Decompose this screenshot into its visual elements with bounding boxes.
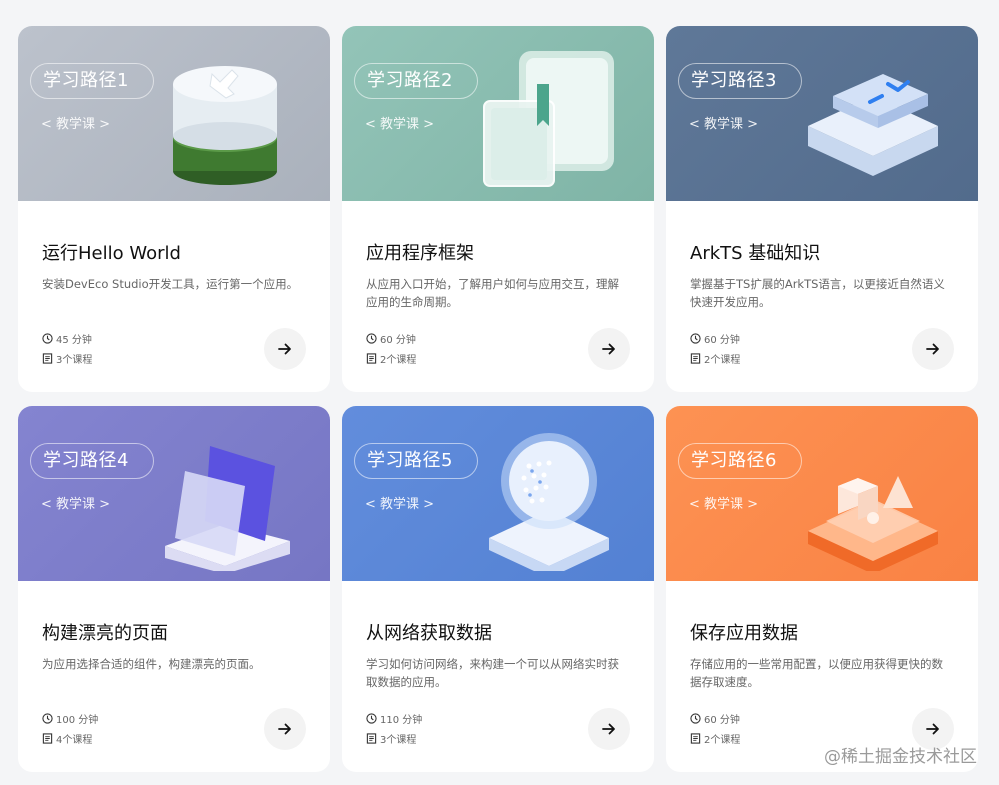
document-icon (690, 732, 701, 744)
card-banner: 学习路径4 < 教学课 > (18, 406, 330, 581)
watermark: @稀土掘金技术社区 (824, 747, 977, 767)
learning-path-card-1[interactable]: 学习路径1 < 教学课 > 运行Hello World 安装DevEco Stu… (18, 26, 330, 392)
course-count-text: 2个课程 (704, 354, 741, 366)
card-meta: 60 分钟 2个课程 (690, 328, 740, 368)
course-count-text: 2个课程 (704, 734, 741, 746)
open-path-button[interactable] (912, 328, 954, 370)
bookmark-panel-icon (483, 51, 614, 187)
card-meta: 60 分钟 2个课程 (366, 328, 416, 368)
card-title: ArkTS 基础知识 (690, 243, 821, 264)
path-label: 学习路径6 (678, 443, 802, 479)
duration-text: 45 分钟 (56, 334, 92, 346)
card-meta: 45 分钟 3个课程 (42, 328, 92, 368)
document-icon (42, 732, 53, 744)
clock-icon (690, 332, 701, 344)
course-count-text: 3个课程 (380, 734, 417, 746)
document-icon (690, 352, 701, 364)
course-count-text: 2个课程 (380, 354, 417, 366)
card-description: 掌握基于TS扩展的ArkTS语言，以更接近自然语义快速开发应用。 (690, 277, 945, 309)
learning-path-grid: 学习路径1 < 教学课 > 运行Hello World 安装DevEco Stu… (18, 26, 978, 772)
card-title: 保存应用数据 (690, 623, 798, 644)
arrow-right-icon (278, 723, 291, 735)
card-title: 从网络获取数据 (366, 623, 492, 644)
arrow-right-icon (602, 723, 615, 735)
card-banner: 学习路径2 < 教学课 > (342, 26, 654, 201)
open-path-button[interactable] (588, 328, 630, 370)
code-stack-icon (808, 74, 938, 176)
card-banner: 学习路径5 < 教学课 > (342, 406, 654, 581)
learning-path-card-6[interactable]: 学习路径6 < 教学课 > 保存应用数据 存储应用的一些常用配置，以便应用获得更… (666, 406, 978, 772)
arrow-right-icon (602, 343, 615, 355)
card-banner: 学习路径3 < 教学课 > (666, 26, 978, 201)
card-title: 构建漂亮的页面 (42, 623, 168, 644)
course-count-text: 4个课程 (56, 734, 93, 746)
clock-icon (42, 332, 53, 344)
duration-text: 60 分钟 (380, 334, 416, 346)
learning-path-card-3[interactable]: 学习路径3 < 教学课 > ArkTS 基础知识 掌握基于TS扩展的ArkTS语… (666, 26, 978, 392)
learning-path-card-2[interactable]: 学习路径2 < 教学课 > 应用程序框架 从应用入口开始，了解用户如何与应用交互… (342, 26, 654, 392)
clock-icon (366, 332, 377, 344)
card-meta: 110 分钟 3个课程 (366, 708, 422, 748)
card-description: 安装DevEco Studio开发工具，运行第一个应用。 (42, 277, 299, 291)
card-meta: 60 分钟 2个课程 (690, 708, 740, 748)
path-label: 学习路径4 (30, 443, 154, 479)
duration-text: 60 分钟 (704, 334, 740, 346)
arrow-right-icon (926, 343, 939, 355)
lesson-tag: < 教学课 > (365, 497, 435, 512)
lesson-tag: < 教学课 > (41, 117, 111, 132)
lesson-tag: < 教学课 > (41, 497, 111, 512)
learning-path-card-5[interactable]: 学习路径5 < 教学课 > 从网络获取数据 学习如何访问网络，来构建一个可以从网… (342, 406, 654, 772)
layered-panels-icon (165, 446, 290, 571)
card-description: 学习如何访问网络，来构建一个可以从网络实时获取数据的应用。 (366, 657, 619, 689)
duration-text: 110 分钟 (380, 714, 423, 726)
path-label: 学习路径2 (354, 63, 478, 99)
card-title: 运行Hello World (42, 243, 181, 264)
document-icon (366, 352, 377, 364)
lesson-tag: < 教学课 > (365, 117, 435, 132)
path-label: 学习路径1 (30, 63, 154, 99)
open-path-button[interactable] (264, 708, 306, 750)
duration-text: 100 分钟 (56, 714, 99, 726)
path-label: 学习路径5 (354, 443, 478, 479)
clock-icon (42, 712, 53, 724)
card-title: 应用程序框架 (366, 243, 474, 264)
open-path-button[interactable] (264, 328, 306, 370)
wrench-cylinder-icon (173, 66, 277, 185)
card-meta: 100 分钟 4个课程 (42, 708, 98, 748)
lesson-tag: < 教学课 > (689, 117, 759, 132)
globe-icon (489, 433, 609, 571)
arrow-right-icon (926, 723, 939, 735)
course-count-text: 3个课程 (56, 354, 93, 366)
card-description: 为应用选择合适的组件，构建漂亮的页面。 (42, 657, 261, 671)
document-icon (366, 732, 377, 744)
card-description: 存储应用的一些常用配置，以便应用获得更快的数据存取速度。 (690, 657, 943, 689)
clock-icon (690, 712, 701, 724)
clock-icon (366, 712, 377, 724)
card-description: 从应用入口开始，了解用户如何与应用交互，理解应用的生命周期。 (366, 277, 619, 309)
path-label: 学习路径3 (678, 63, 802, 99)
duration-text: 60 分钟 (704, 714, 740, 726)
document-icon (42, 352, 53, 364)
card-banner: 学习路径6 < 教学课 > (666, 406, 978, 581)
arrow-right-icon (278, 343, 291, 355)
learning-path-card-4[interactable]: 学习路径4 < 教学课 > 构建漂亮的页面 为应用选择合适的组件，构建漂亮的页面… (18, 406, 330, 772)
open-path-button[interactable] (588, 708, 630, 750)
shapes-tray-icon (808, 476, 938, 571)
lesson-tag: < 教学课 > (689, 497, 759, 512)
card-banner: 学习路径1 < 教学课 > (18, 26, 330, 201)
